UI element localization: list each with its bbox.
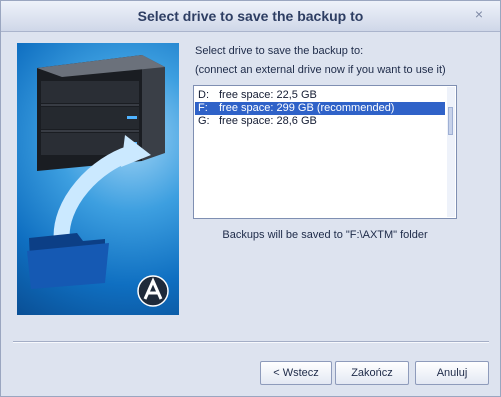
- drive-item-g[interactable]: G: free space: 28,6 GB: [195, 115, 445, 128]
- drive-free-space: free space: 28,6 GB: [219, 115, 317, 127]
- drive-letter: G:: [198, 115, 210, 127]
- dialog-title: Select drive to save the backup to: [137, 8, 364, 24]
- drive-letter: F:: [198, 102, 208, 114]
- drive-item-d[interactable]: D: free space: 22,5 GB: [195, 89, 445, 102]
- drive-list[interactable]: D: free space: 22,5 GB F: free space: 29…: [193, 85, 457, 219]
- drive-letter: D:: [198, 89, 209, 101]
- app-logo-icon: [137, 275, 169, 307]
- instruction-subtext: (connect an external drive now if you wa…: [195, 64, 446, 76]
- separator: [13, 341, 489, 343]
- back-button[interactable]: < Wstecz: [260, 361, 332, 385]
- scrollbar-thumb[interactable]: [448, 107, 453, 135]
- drive-free-space: free space: 22,5 GB: [219, 89, 317, 101]
- drive-item-f[interactable]: F: free space: 299 GB (recommended): [195, 102, 445, 115]
- save-location-note: Backups will be saved to "F:\AXTM" folde…: [222, 229, 428, 241]
- finish-button[interactable]: Zakończ: [335, 361, 409, 385]
- cancel-button[interactable]: Anuluj: [415, 361, 489, 385]
- drive-free-space: free space: 299 GB (recommended): [219, 102, 395, 114]
- title-bar: Select drive to save the backup to ×: [1, 1, 500, 32]
- close-icon[interactable]: ×: [472, 7, 486, 21]
- folder-icon: [27, 233, 109, 289]
- list-scrollbar[interactable]: [447, 87, 455, 217]
- backup-drive-dialog: Select drive to save the backup to × Sel…: [0, 0, 501, 397]
- external-drive-backup-illustration: [17, 43, 179, 315]
- instruction-text: Select drive to save the backup to:: [195, 45, 364, 57]
